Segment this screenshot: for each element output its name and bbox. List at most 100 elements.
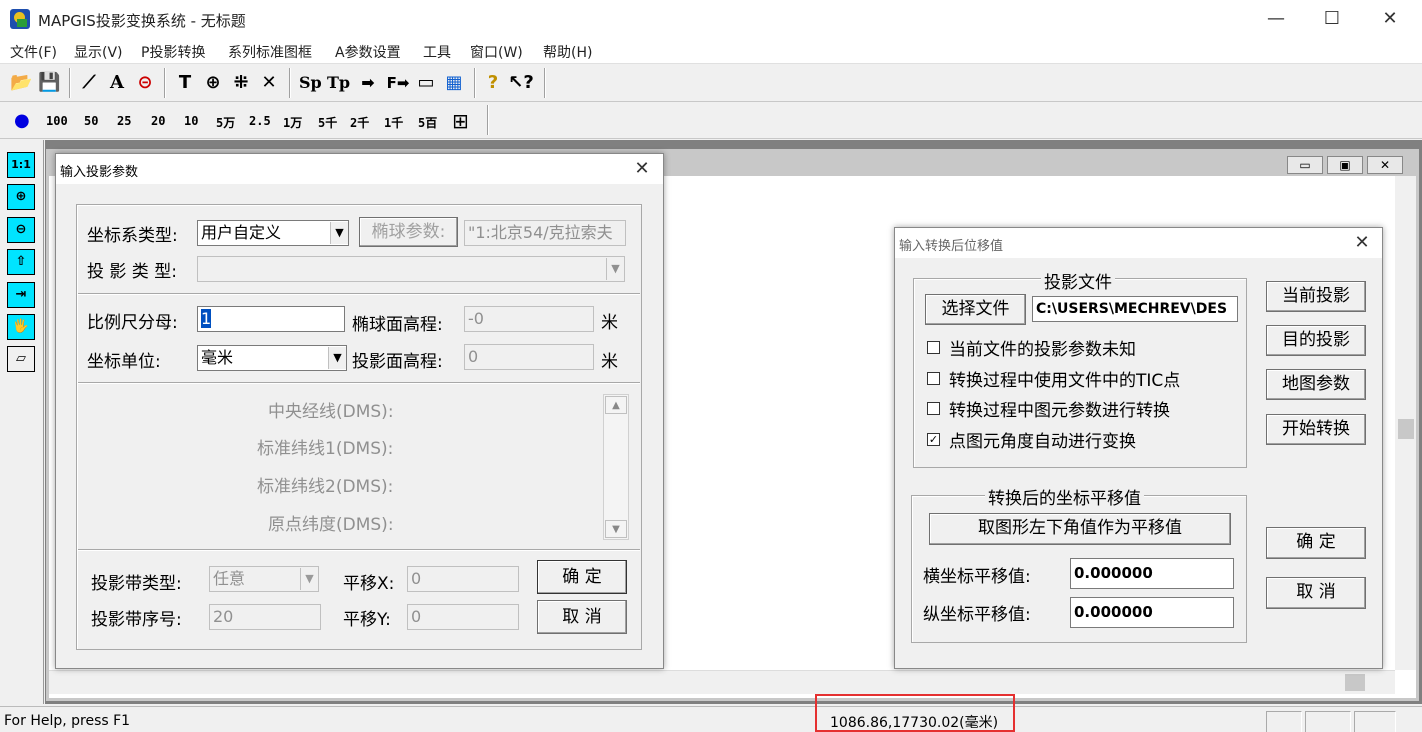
pan-right-icon[interactable]: ⇥ bbox=[7, 282, 35, 308]
status-panel bbox=[1354, 711, 1396, 732]
doc-minimize-button[interactable]: ▭ bbox=[1287, 156, 1323, 174]
text-t-icon[interactable]: T bbox=[174, 71, 196, 95]
menu-file[interactable]: 文件(F) bbox=[10, 42, 57, 62]
dialog-close-button[interactable]: ✕ bbox=[1350, 231, 1374, 255]
eraser-icon[interactable]: ▱ bbox=[7, 346, 35, 372]
shift-y-input[interactable]: 0 bbox=[407, 604, 519, 630]
help-icon[interactable]: ? bbox=[482, 71, 504, 95]
ellipsoid-height-input[interactable]: -0 bbox=[464, 306, 594, 332]
menu-view[interactable]: 显示(V) bbox=[74, 42, 123, 62]
unit-select[interactable]: 毫米 ▼ bbox=[197, 345, 347, 371]
checkbox-use-tic[interactable] bbox=[927, 372, 940, 385]
params-scrollbar[interactable]: ▲ ▼ bbox=[603, 394, 629, 540]
checkbox-auto-angle[interactable]: ✓ bbox=[927, 433, 940, 446]
doc-restore-button[interactable]: ▣ bbox=[1327, 156, 1363, 174]
menu-help[interactable]: 帮助(H) bbox=[543, 42, 592, 62]
proj-ok-button[interactable]: 确 定 bbox=[537, 560, 627, 594]
menu-params[interactable]: A参数设置 bbox=[335, 42, 401, 62]
scale-5bai[interactable]: 5百 bbox=[418, 114, 437, 131]
scale-2-5[interactable]: 2.5 bbox=[249, 114, 271, 128]
map-params-button[interactable]: 地图参数 bbox=[1266, 369, 1366, 400]
dots-icon[interactable]: ⁜ bbox=[230, 71, 252, 95]
hand-icon[interactable]: 🖐 bbox=[7, 314, 35, 340]
crosshair-icon[interactable]: ⊕ bbox=[202, 71, 224, 95]
shift-x-input[interactable]: 0 bbox=[407, 566, 519, 592]
y-shift-label: 纵坐标平移值: bbox=[923, 605, 1031, 625]
scale-100[interactable]: 100 bbox=[46, 114, 68, 128]
area-icon[interactable]: ⊝ bbox=[134, 71, 156, 95]
menu-standard-frame[interactable]: 系列标准图框 bbox=[228, 42, 312, 62]
checkbox-convert-params[interactable] bbox=[927, 402, 940, 415]
zone-number-input[interactable]: 20 bbox=[209, 604, 321, 630]
current-projection-button[interactable]: 当前投影 bbox=[1266, 281, 1366, 312]
sp-icon[interactable]: Sp bbox=[299, 71, 322, 95]
proj-height-input[interactable]: 0 bbox=[464, 344, 594, 370]
checkbox-params-unknown[interactable] bbox=[927, 341, 940, 354]
start-convert-button[interactable]: 开始转换 bbox=[1266, 414, 1366, 445]
scale-25[interactable]: 25 bbox=[117, 114, 131, 128]
toolbar-divider bbox=[289, 68, 291, 98]
line-icon[interactable]: ⟋ bbox=[78, 71, 100, 95]
doc-close-button[interactable]: ✕ bbox=[1367, 156, 1403, 174]
select-file-button[interactable]: 选择文件 bbox=[925, 294, 1026, 325]
scale-1qian[interactable]: 1千 bbox=[384, 114, 403, 131]
context-help-icon[interactable]: ↖? bbox=[508, 71, 534, 95]
menu-tools[interactable]: 工具 bbox=[423, 42, 451, 62]
scroll-up-icon[interactable]: ▲ bbox=[605, 396, 627, 414]
vertical-scroll-thumb[interactable] bbox=[1398, 419, 1414, 439]
scale-2qian[interactable]: 2千 bbox=[350, 114, 369, 131]
meter-unit-label: 米 bbox=[601, 352, 618, 372]
horizontal-scrollbar[interactable] bbox=[49, 670, 1395, 694]
y-shift-input[interactable]: 0.000000 bbox=[1070, 597, 1234, 628]
cross-icon[interactable]: ✕ bbox=[258, 71, 280, 95]
ellipsoid-value-field[interactable]: "1:北京54/克拉索夫 bbox=[464, 220, 626, 246]
point-icon[interactable]: ● bbox=[14, 110, 30, 131]
scale-input[interactable]: 1 bbox=[197, 306, 345, 332]
scale-10[interactable]: 10 bbox=[184, 114, 198, 128]
dialog-close-button[interactable]: ✕ bbox=[630, 157, 654, 181]
coordinate-highlight-box bbox=[815, 694, 1015, 732]
menu-window[interactable]: 窗口(W) bbox=[470, 42, 523, 62]
zoom-out-icon[interactable]: ⊖ bbox=[7, 217, 35, 243]
grid-icon[interactable]: ⊞ bbox=[452, 109, 469, 133]
scale-50[interactable]: 50 bbox=[84, 114, 98, 128]
actual-size-icon[interactable]: 1:1 bbox=[7, 152, 35, 178]
zone-type-select[interactable]: 任意 ▼ bbox=[209, 566, 319, 592]
shift-cancel-button[interactable]: 取 消 bbox=[1266, 577, 1366, 609]
proj-cancel-button[interactable]: 取 消 bbox=[537, 600, 627, 634]
lower-left-as-shift-button[interactable]: 取图形左下角值作为平移值 bbox=[929, 513, 1231, 545]
forward-icon[interactable]: ➡ bbox=[357, 71, 379, 95]
scale-5qian[interactable]: 5千 bbox=[318, 114, 337, 131]
minimize-button[interactable]: — bbox=[1248, 0, 1304, 38]
ellipsoid-height-label: 椭球面高程: bbox=[352, 315, 443, 335]
toolbar-divider bbox=[474, 68, 476, 98]
zoom-in-icon[interactable]: ⊕ bbox=[7, 184, 35, 210]
proj-type-label: 投 影 类 型: bbox=[87, 262, 177, 282]
horizontal-scroll-thumb[interactable] bbox=[1345, 674, 1365, 691]
x-shift-input[interactable]: 0.000000 bbox=[1070, 558, 1234, 589]
proj-type-select[interactable]: ▼ bbox=[197, 256, 625, 282]
scale-5wan[interactable]: 5万 bbox=[216, 114, 235, 131]
menu-projection[interactable]: P投影转换 bbox=[141, 42, 205, 62]
maximize-button[interactable]: ☐ bbox=[1304, 0, 1360, 38]
coord-type-select[interactable]: 用户自定义 ▼ bbox=[197, 220, 349, 246]
target-projection-button[interactable]: 目的投影 bbox=[1266, 325, 1366, 356]
tp-icon[interactable]: Tp bbox=[327, 71, 350, 95]
close-button[interactable]: ✕ bbox=[1362, 0, 1418, 38]
scroll-down-icon[interactable]: ▼ bbox=[605, 520, 627, 538]
hatch-icon[interactable]: ▦ bbox=[443, 71, 465, 95]
shift-ok-button[interactable]: 确 定 bbox=[1266, 527, 1366, 559]
text-a-icon[interactable]: A bbox=[106, 71, 128, 95]
ellipsoid-params-button[interactable]: 椭球参数: bbox=[359, 217, 458, 247]
file-path-field[interactable]: C:\USERS\MECHREV\DES bbox=[1032, 296, 1238, 322]
forward-f-icon[interactable]: F➡ bbox=[385, 71, 411, 95]
home-up-icon[interactable]: ⇧ bbox=[7, 249, 35, 275]
left-tool-palette: 1:1 ⊕ ⊖ ⇧ ⇥ 🖐 ▱ bbox=[0, 140, 44, 704]
save-icon[interactable]: 💾 bbox=[38, 71, 60, 95]
vertical-scrollbar[interactable] bbox=[1395, 176, 1416, 670]
scale-20[interactable]: 20 bbox=[151, 114, 165, 128]
monitor-icon[interactable]: ▭ bbox=[415, 71, 437, 95]
title-bar: MAPGIS投影变换系统 - 无标题 — ☐ ✕ bbox=[0, 0, 1422, 38]
open-icon[interactable]: 📂 bbox=[10, 71, 32, 95]
scale-1wan[interactable]: 1万 bbox=[283, 114, 302, 131]
